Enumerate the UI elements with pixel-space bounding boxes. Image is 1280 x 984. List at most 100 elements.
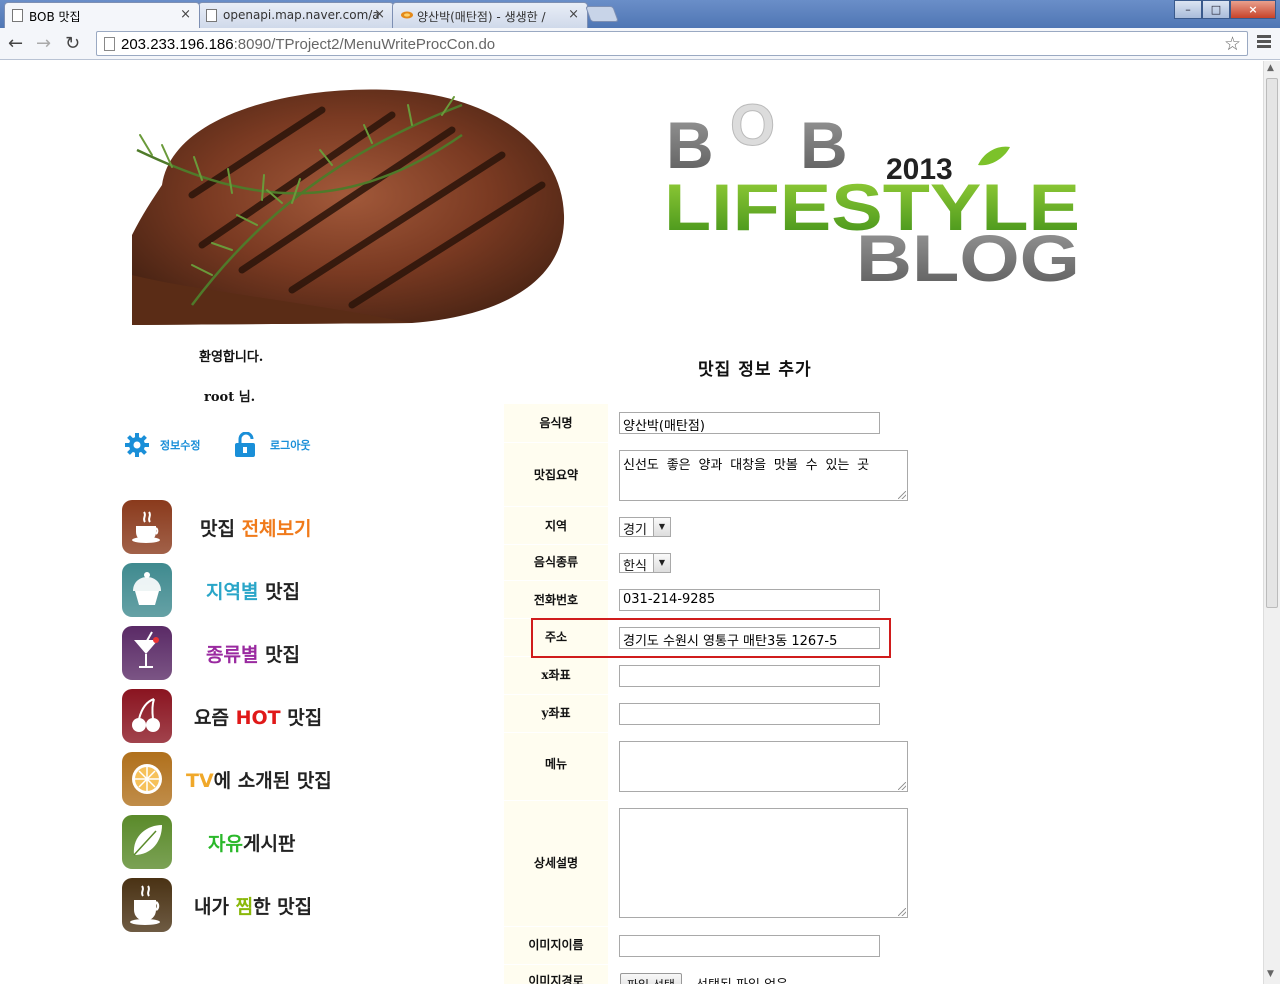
label-summary: 맛집요약 <box>533 468 579 482</box>
choose-file-button[interactable]: 파일 선택 <box>620 973 682 984</box>
tab-bob-matjip[interactable]: BOB 맛집 × <box>4 2 200 28</box>
x-coord-field[interactable] <box>619 665 880 687</box>
no-file-chosen-text: 선택된 파일 없음 <box>696 974 788 984</box>
sidebar-menu-item[interactable]: 맛집 전체보기 <box>122 500 382 554</box>
close-icon[interactable]: × <box>568 7 579 22</box>
row-separator <box>504 544 608 545</box>
row-separator <box>504 964 608 965</box>
sidebar-menu-label: 자유게시판 <box>208 829 295 856</box>
page-icon <box>206 9 217 22</box>
address-bar[interactable]: 203.233.196.186:8090/TProject2/MenuWrite… <box>96 31 1248 56</box>
menu-label-accent: HOT <box>235 707 281 729</box>
sidebar-menu-label: 지역별 맛집 <box>206 577 300 604</box>
sidebar-menu-item[interactable]: 지역별 맛집 <box>122 563 382 617</box>
url-host: 203.233.196.186 <box>121 36 234 53</box>
unlock-icon <box>235 432 255 457</box>
label-image-name: 이미지이름 <box>528 938 584 952</box>
region-select[interactable]: 경기 ▼ <box>619 517 671 538</box>
row-separator <box>504 694 608 695</box>
logo-leaf-icon <box>978 146 1010 166</box>
summary-textarea[interactable]: 신선도 좋은 양과 대창을 맛볼 수 있는 곳 <box>619 450 908 501</box>
url-path: :8090/TProject2/MenuWriteProcCon.do <box>233 36 496 53</box>
dropdown-arrow-icon[interactable]: ▼ <box>653 554 670 572</box>
back-icon[interactable]: ← <box>8 34 23 54</box>
label-region: 지역 <box>544 519 568 533</box>
food-name-field[interactable]: 양산박(매탄점) <box>619 412 880 434</box>
sidebar-menu-label: 종류별 맛집 <box>206 640 300 667</box>
edit-info-link[interactable]: 정보수정 <box>124 432 200 458</box>
resize-grip-icon[interactable] <box>898 491 906 499</box>
new-tab-button[interactable] <box>585 6 619 22</box>
label-y-coord: y좌표 <box>541 706 571 720</box>
scroll-down-icon[interactable]: ▼ <box>1267 969 1274 979</box>
menu-label-accent: 전체보기 <box>241 518 312 540</box>
reload-icon[interactable]: ↻ <box>65 34 80 54</box>
sidebar-menu-item[interactable]: 내가 찜한 맛집 <box>122 878 382 932</box>
minimize-button[interactable]: – <box>1174 0 1202 19</box>
menu-label-accent: 찜 <box>235 896 254 918</box>
logout-link[interactable]: 로그아웃 <box>232 432 310 458</box>
close-icon[interactable]: × <box>374 7 385 22</box>
tab-title: openapi.map.naver.com/a <box>223 8 380 22</box>
label-menu: 메뉴 <box>544 757 568 771</box>
image-name-field[interactable] <box>619 935 880 957</box>
logout-label: 로그아웃 <box>270 439 311 452</box>
cocktail-icon <box>122 626 172 680</box>
menu-label-suffix: 게시판 <box>242 833 296 855</box>
label-food-type: 음식종류 <box>533 555 579 569</box>
sidebar-menu-label: 내가 찜한 맛집 <box>194 892 312 919</box>
favicon-icon <box>400 9 414 21</box>
forward-icon[interactable]: → <box>36 34 51 54</box>
label-image-path: 이미지경로 <box>528 974 584 984</box>
menu-label-prefix: 맛집 <box>200 518 242 540</box>
browser-toolbar: ← → ↻ 203.233.196.186:8090/TProject2/Men… <box>0 28 1280 60</box>
page-scrollbar[interactable]: ▲ ▼ <box>1263 61 1280 984</box>
chrome-menu-icon[interactable] <box>1257 35 1271 50</box>
label-address: 주소 <box>544 630 568 644</box>
edit-info-label: 정보수정 <box>160 439 201 452</box>
coffee-cup-icon <box>122 500 172 554</box>
scroll-up-icon[interactable]: ▲ <box>1267 63 1274 73</box>
url-text: 203.233.196.186:8090/TProject2/MenuWrite… <box>121 36 495 53</box>
menu-label-suffix: 한 맛집 <box>253 896 313 918</box>
resize-grip-icon[interactable] <box>898 782 906 790</box>
sidebar-menu-item[interactable]: 종류별 맛집 <box>122 626 382 680</box>
menu-label-accent: 자유 <box>208 833 243 855</box>
row-separator <box>504 732 608 733</box>
menu-label-suffix: 맛집 <box>258 581 301 603</box>
bookmark-star-icon[interactable]: ☆ <box>1224 33 1241 55</box>
sidebar-menu-item[interactable]: 자유게시판 <box>122 815 382 869</box>
row-separator <box>504 926 608 927</box>
sidebar-menu-label: 요즘 HOT 맛집 <box>194 703 322 730</box>
close-icon[interactable]: × <box>180 7 191 22</box>
tab-naver-map[interactable]: openapi.map.naver.com/a × <box>198 2 394 28</box>
tab-yangsanbak[interactable]: 양산박(매탄점) - 생생한 / × <box>392 2 588 28</box>
y-coord-field[interactable] <box>619 703 880 725</box>
row-separator <box>504 442 608 443</box>
logo-letter-o: O <box>730 95 775 158</box>
menu-label-suffix: 맛집 <box>258 644 301 666</box>
resize-grip-icon[interactable] <box>898 908 906 916</box>
phone-field[interactable]: 031-214-9285 <box>619 589 880 611</box>
page-icon <box>12 9 23 22</box>
row-separator <box>504 800 608 801</box>
form-title: 맛집 정보 추가 <box>698 360 812 380</box>
row-separator <box>504 580 608 581</box>
food-type-selected: 한식 <box>623 559 647 574</box>
page-icon <box>104 37 115 51</box>
sidebar-menu-item[interactable]: TV에 소개된 맛집 <box>122 752 382 806</box>
dropdown-arrow-icon[interactable]: ▼ <box>653 518 670 536</box>
address-field[interactable]: 경기도 수원시 영통구 매탄3동 1267-5 <box>619 627 880 649</box>
close-window-button[interactable]: × <box>1230 0 1276 19</box>
detail-textarea[interactable] <box>619 808 908 918</box>
menu-textarea[interactable] <box>619 741 908 792</box>
label-phone: 전화번호 <box>533 593 579 607</box>
coffee-mug-icon <box>122 878 172 932</box>
food-type-select[interactable]: 한식 ▼ <box>619 553 671 574</box>
menu-label-accent: 종류별 <box>206 644 259 666</box>
maximize-button[interactable]: □ <box>1202 0 1230 19</box>
cherry-icon <box>122 689 172 743</box>
scrollbar-thumb[interactable] <box>1266 78 1278 608</box>
menu-label-prefix: 내가 <box>194 896 236 918</box>
sidebar-menu-item[interactable]: 요즘 HOT 맛집 <box>122 689 382 743</box>
